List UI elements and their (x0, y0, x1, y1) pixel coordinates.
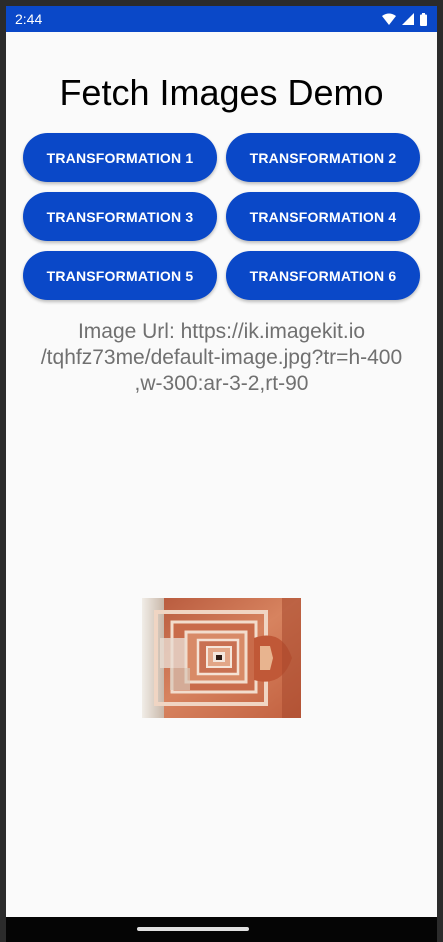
status-bar: 2:44 (6, 6, 437, 32)
image-url-line-2: /tqhfz73me/default-image.jpg?tr=h-400 (40, 346, 403, 369)
transformation-1-button[interactable]: TRANSFORMATION 1 (23, 133, 217, 182)
home-gesture-handle[interactable] (137, 927, 249, 931)
transformation-6-button[interactable]: TRANSFORMATION 6 (226, 251, 420, 300)
page-title: Fetch Images Demo (59, 72, 384, 113)
battery-icon (420, 12, 427, 26)
image-url-text: Image Url: https://ik.imagekit.io /tqhfz… (6, 319, 437, 397)
status-time: 2:44 (15, 11, 43, 27)
transformation-3-button[interactable]: TRANSFORMATION 3 (23, 192, 217, 241)
fetched-image (142, 598, 301, 718)
wifi-icon (382, 13, 396, 25)
transformation-4-button[interactable]: TRANSFORMATION 4 (226, 192, 420, 241)
status-icons (382, 12, 427, 26)
phone-screen: 2:44 Fetch Images Demo TRANSFORMATION 1 (6, 6, 437, 942)
signal-icon (402, 13, 414, 25)
navigation-bar (6, 917, 437, 942)
image-url-line-3: ,w-300:ar-3-2,rt-90 (134, 372, 309, 395)
transformation-2-button[interactable]: TRANSFORMATION 2 (226, 133, 420, 182)
transformation-5-button[interactable]: TRANSFORMATION 5 (23, 251, 217, 300)
image-url-line-1: Image Url: https://ik.imagekit.io (77, 320, 366, 343)
